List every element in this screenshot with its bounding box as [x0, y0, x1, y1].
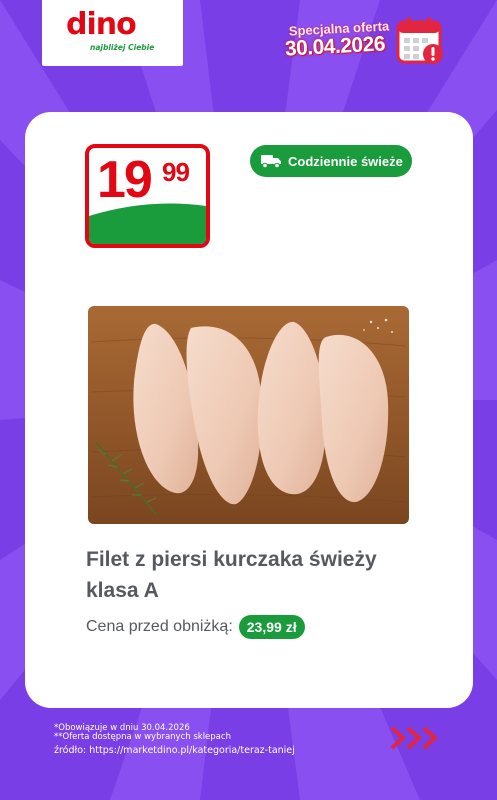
- dino-logo[interactable]: dino najbliżej Ciebie: [42, 0, 183, 66]
- previous-price-badge: 23,99 zł: [238, 615, 305, 639]
- price-decimal: 99: [162, 157, 190, 187]
- price-integer: 19: [97, 151, 153, 209]
- logo-tagline: najbliżej Ciebie: [90, 43, 155, 52]
- source-link[interactable]: źródło: https://marketdino.pl/kategoria/…: [54, 745, 295, 756]
- price-tag: 19 99: [85, 144, 210, 248]
- delivery-truck-icon: [261, 155, 281, 169]
- fresh-badge: Codziennie świeże: [250, 145, 412, 177]
- product-name-line1: Filet z piersi kurczaka świeży: [86, 548, 377, 571]
- logo-wordmark: dino: [66, 7, 137, 42]
- triple-chevron-right-icon[interactable]: [388, 722, 446, 754]
- product-name: Filet z piersi kurczaka świeży klasa A: [86, 544, 426, 606]
- product-name-line2: klasa A: [86, 579, 159, 602]
- chicken-fillet-image: [88, 306, 409, 524]
- footnote-availability: **Oferta dostępna w wybranych sklepach: [54, 732, 231, 742]
- fresh-badge-label: Codziennie świeże: [288, 153, 403, 169]
- previous-price-row: Cena przed obniżką: 23,99 zł: [86, 614, 305, 640]
- previous-price-label: Cena przed obniżką:: [86, 618, 233, 635]
- calendar-icon: [396, 17, 443, 64]
